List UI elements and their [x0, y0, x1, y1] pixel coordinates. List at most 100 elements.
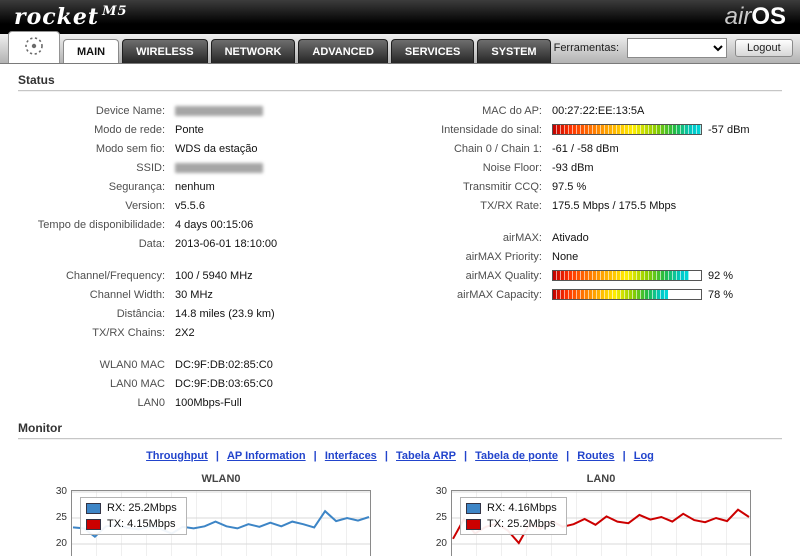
legend-item: RX: 4.16Mbps: [466, 502, 557, 514]
status-field-label: TX/RX Chains:: [0, 327, 175, 339]
logo-tab[interactable]: [8, 31, 60, 63]
status-field-value: 30 MHz: [175, 289, 213, 301]
wlan0-chart-legend: RX: 25.2MbpsTX: 4.15Mbps: [80, 497, 187, 535]
value-text: 97.5 %: [552, 181, 586, 193]
status-field-label: Modo sem fio:: [0, 143, 175, 155]
status-field-label: Chain 0 / Chain 1:: [400, 143, 552, 155]
lan0-chart-legend: RX: 4.16Mbps TX: 25.2Mbps: [460, 497, 567, 535]
wlan0-chart-title: WLAN0: [71, 473, 371, 485]
status-row-lan0-mac: LAN0 MACDC:9F:DB:03:65:C0: [0, 374, 400, 393]
monitor-link-tabela-arp[interactable]: Tabela ARP: [396, 450, 456, 462]
status-field-value: [175, 163, 263, 173]
value-text: DC:9F:DB:02:85:C0: [175, 359, 273, 371]
signal-strength-bar: [552, 124, 702, 135]
rocket-logo-text: rocket: [14, 4, 99, 30]
y-axis-tick-label: 30: [429, 486, 447, 497]
status-row-seguran-a-: Segurança:nenhum: [0, 177, 400, 196]
status-field-label: Distância:: [0, 308, 175, 320]
status-field-label: Tempo de disponibilidade:: [0, 219, 175, 231]
status-row-ssid-: SSID:: [0, 158, 400, 177]
status-field-value: 00:27:22:EE:13:5A: [552, 105, 644, 117]
airmax-capacity-bar-fill: [553, 290, 668, 299]
tools-select[interactable]: [627, 38, 727, 58]
status-row-airmax-quality-: airMAX Quality:92 %: [400, 266, 800, 285]
status-field-label: LAN0 MAC: [0, 378, 175, 390]
rocket-model-text: M5: [102, 4, 127, 19]
status-row-device-name-: Device Name:: [0, 101, 400, 120]
tab-bar: MAINWIRELESSNETWORKADVANCEDSERVICESSYSTE…: [0, 34, 800, 64]
value-text: -57 dBm: [708, 124, 750, 136]
status-field-value: v5.5.6: [175, 200, 205, 212]
value-text: 78 %: [708, 289, 733, 301]
monitor-links: Throughput | AP Information | Interfaces…: [0, 440, 800, 466]
legend-swatch: [466, 503, 481, 514]
legend-item: TX: 4.15Mbps: [86, 518, 177, 530]
status-field-label: Channel Width:: [0, 289, 175, 301]
status-field-label: Version:: [0, 200, 175, 212]
y-axis-tick-label: 20: [49, 538, 67, 549]
status-row-mac-do-ap-: MAC do AP:00:27:22:EE:13:5A: [400, 101, 800, 120]
status-row-modo-de-rede-: Modo de rede:Ponte: [0, 120, 400, 139]
status-field-value: Ativado: [552, 232, 589, 244]
value-text: v5.5.6: [175, 200, 205, 212]
y-axis-tick-label: 30: [49, 486, 67, 497]
value-text: 00:27:22:EE:13:5A: [552, 105, 644, 117]
monitor-link-ap-information[interactable]: AP Information: [227, 450, 306, 462]
status-field-label: LAN0: [0, 397, 175, 409]
status-section-title: Status: [18, 73, 782, 87]
tab-wireless[interactable]: WIRELESS: [122, 39, 207, 63]
monitor-link-log[interactable]: Log: [634, 450, 654, 462]
status-field-label: Device Name:: [0, 105, 175, 117]
status-field-label: WLAN0 MAC: [0, 359, 175, 371]
status-row-chain-0-chain-1-: Chain 0 / Chain 1:-61 / -58 dBm: [400, 139, 800, 158]
legend-label: TX: 25.2Mbps: [487, 518, 555, 530]
value-text: WDS da estação: [175, 143, 258, 155]
status-section-head: Status: [0, 64, 800, 92]
value-text: -61 / -58 dBm: [552, 143, 619, 155]
link-separator: |: [213, 450, 222, 462]
status-row-wlan0-mac: WLAN0 MACDC:9F:DB:02:85:C0: [0, 355, 400, 374]
status-field-value: 78 %: [552, 289, 733, 301]
airmax-capacity-bar: [552, 289, 702, 300]
status-row-intensidade-do-sinal-: Intensidade do sinal:-57 dBm: [400, 120, 800, 139]
status-field-value: 2X2: [175, 327, 195, 339]
airos-logo-os: OS: [751, 3, 786, 30]
tools-area: Ferramentas: Logout: [554, 38, 793, 63]
status-field-label: MAC do AP:: [400, 105, 552, 117]
logout-button[interactable]: Logout: [735, 39, 793, 57]
charts-area: WLAN0 302520 RX: 25.2MbpsTX: 4.15Mbps LA…: [0, 466, 800, 556]
tab-main[interactable]: MAIN: [63, 39, 119, 63]
status-row-channel-frequency-: Channel/Frequency:100 / 5940 MHz: [0, 266, 400, 285]
monitor-link-throughput[interactable]: Throughput: [146, 450, 208, 462]
tab-advanced[interactable]: ADVANCED: [298, 39, 388, 63]
status-right-column: MAC do AP:00:27:22:EE:13:5AIntensidade d…: [400, 101, 800, 412]
tab-strip: MAINWIRELESSNETWORKADVANCEDSERVICESSYSTE…: [63, 39, 554, 63]
monitor-link-interfaces[interactable]: Interfaces: [325, 450, 377, 462]
status-field-label: airMAX:: [400, 232, 552, 244]
spacer: [400, 215, 800, 228]
value-text: Ponte: [175, 124, 204, 136]
value-text: 2X2: [175, 327, 195, 339]
status-field-value: 100 / 5940 MHz: [175, 270, 253, 282]
status-row-airmax-priority-: airMAX Priority:None: [400, 247, 800, 266]
status-row-channel-width-: Channel Width:30 MHz: [0, 285, 400, 304]
status-row-version-: Version:v5.5.6: [0, 196, 400, 215]
status-field-label: Noise Floor:: [400, 162, 552, 174]
value-text: -93 dBm: [552, 162, 594, 174]
tab-system[interactable]: SYSTEM: [477, 39, 550, 63]
link-separator: |: [311, 450, 320, 462]
airos-logo: airOS: [725, 3, 786, 31]
status-field-value: [175, 106, 263, 116]
link-separator: |: [563, 450, 572, 462]
monitor-link-routes[interactable]: Routes: [577, 450, 614, 462]
ubiquiti-logo-icon: [21, 36, 47, 61]
status-row-lan0: LAN0100Mbps-Full: [0, 393, 400, 412]
airmax-quality-bar-fill: [553, 271, 689, 280]
status-columns: Device Name: Modo de rede:Ponte Modo sem f…: [0, 92, 800, 412]
status-row-tempo-de-disponibilidade-: Tempo de disponibilidade:4 days 00:15:06: [0, 215, 400, 234]
status-row-data-: Data:2013-06-01 18:10:00: [0, 234, 400, 253]
tab-network[interactable]: NETWORK: [211, 39, 296, 63]
value-text: nenhum: [175, 181, 215, 193]
monitor-link-tabela-de-ponte[interactable]: Tabela de ponte: [475, 450, 558, 462]
tab-services[interactable]: SERVICES: [391, 39, 474, 63]
